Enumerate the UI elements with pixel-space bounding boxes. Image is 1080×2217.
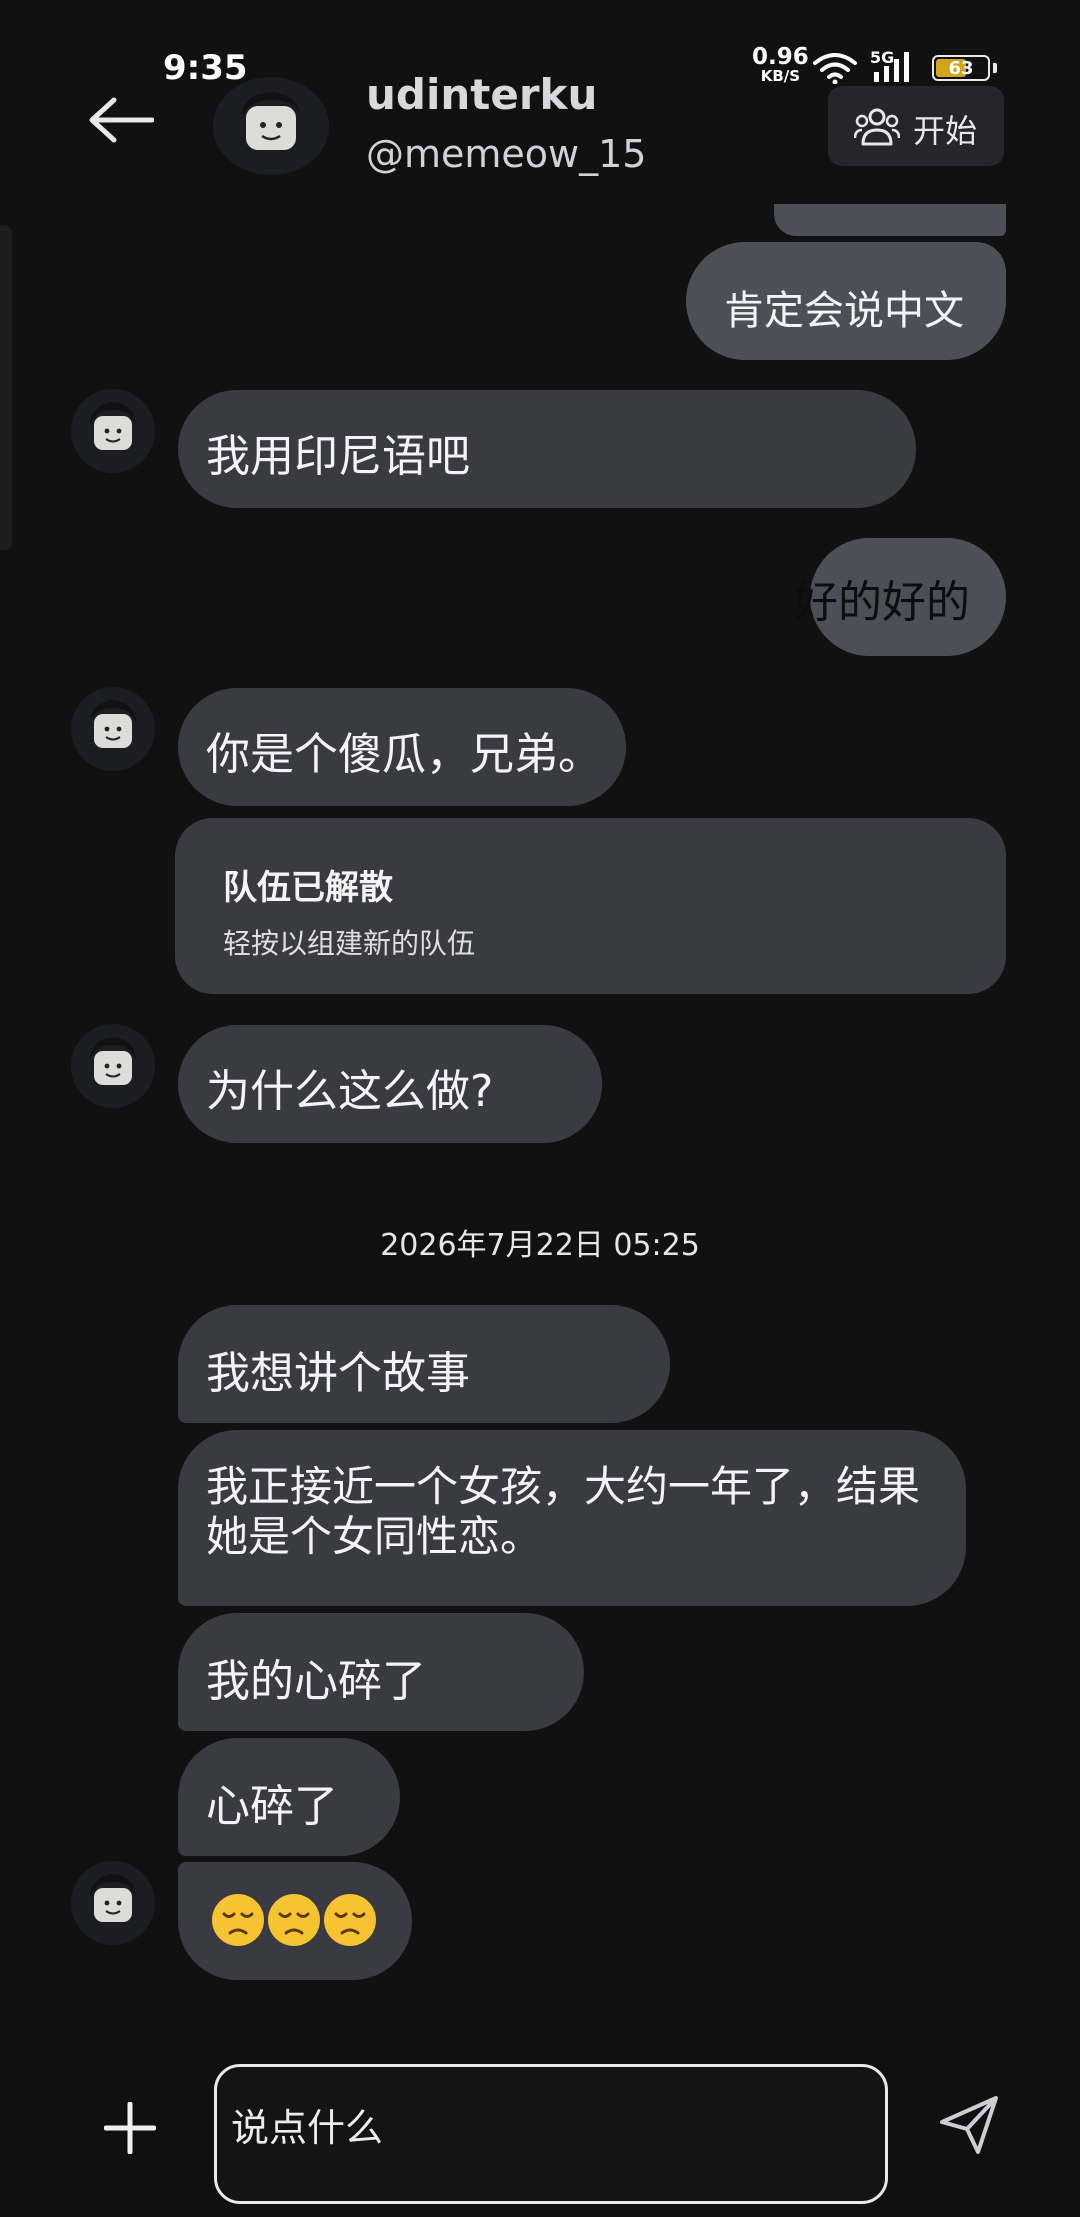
message-input[interactable] bbox=[229, 2105, 833, 2151]
team-card-title: 队伍已解散 bbox=[223, 868, 393, 908]
message-text: 肯定会说中文 bbox=[724, 288, 964, 334]
message-text: 为什么这么做? bbox=[206, 1066, 494, 1117]
signal-bars-icon bbox=[874, 52, 909, 82]
disappointed-face-icon bbox=[212, 1894, 264, 1946]
avatar[interactable] bbox=[70, 1023, 156, 1109]
disappointed-face-icon bbox=[324, 1894, 376, 1946]
message-bubble-incoming[interactable]: 我想讲个故事 bbox=[178, 1305, 670, 1423]
message-text: 我用印尼语吧 bbox=[206, 431, 470, 482]
group-icon bbox=[854, 108, 900, 146]
message-bubble-incoming[interactable]: 心碎了 bbox=[178, 1738, 400, 1856]
team-disbanded-card[interactable]: 队伍已解散 轻按以组建新的队伍 bbox=[175, 818, 1006, 994]
message-text: 我想讲个故事 bbox=[206, 1348, 470, 1399]
avatar[interactable] bbox=[70, 686, 156, 772]
avatar[interactable] bbox=[70, 1860, 156, 1946]
wifi-icon bbox=[813, 53, 857, 84]
message-bubble-incoming[interactable]: 你是个傻瓜，兄弟。 bbox=[178, 688, 626, 806]
plus-icon[interactable] bbox=[104, 2102, 156, 2154]
message-text: 好的好的 bbox=[794, 577, 970, 628]
message-text: 你是个傻瓜，兄弟。 bbox=[206, 729, 602, 780]
message-input-box[interactable] bbox=[214, 2064, 888, 2204]
avatar[interactable] bbox=[70, 388, 156, 474]
message-text: 我正接近一个女孩，大约一年了，结果她是个女同性恋。 bbox=[206, 1462, 921, 1561]
message-timestamp: 2026年7月22日 05:25 bbox=[380, 1228, 700, 1263]
message-bubble-incoming[interactable]: 为什么这么做? bbox=[178, 1025, 602, 1143]
team-card-subtitle: 轻按以组建新的队伍 bbox=[223, 927, 476, 960]
message-text: 我的心碎了 bbox=[206, 1656, 426, 1707]
message-text: 心碎了 bbox=[206, 1781, 338, 1832]
battery-icon: 63 bbox=[932, 55, 990, 81]
message-bubble-incoming[interactable] bbox=[178, 1862, 412, 1980]
start-group-button[interactable]: 开始 bbox=[828, 86, 1004, 166]
previous-message-bubble bbox=[774, 204, 1006, 236]
avatar[interactable] bbox=[212, 76, 330, 176]
message-bubble-outgoing[interactable]: 好的好的 bbox=[794, 538, 1006, 656]
battery-tip bbox=[993, 63, 997, 73]
message-bubble-incoming[interactable]: 我用印尼语吧 bbox=[178, 390, 916, 508]
network-speed: 0.96 KB/S bbox=[752, 46, 809, 86]
edge-handle bbox=[0, 225, 12, 550]
message-bubble-incoming[interactable]: 我正接近一个女孩，大约一年了，结果她是个女同性恋。 bbox=[178, 1430, 966, 1606]
message-bubble-outgoing[interactable]: 肯定会说中文 bbox=[686, 242, 1006, 360]
start-label: 开始 bbox=[913, 112, 978, 150]
message-bubble-incoming[interactable]: 我的心碎了 bbox=[178, 1613, 584, 1731]
emoji-row bbox=[210, 1892, 378, 1948]
battery-percent: 63 bbox=[948, 58, 974, 79]
send-icon[interactable] bbox=[936, 2092, 1002, 2158]
chat-user-handle: @memeow_15 bbox=[366, 132, 647, 176]
back-arrow-icon[interactable] bbox=[88, 95, 154, 145]
chat-user-name: udinterku bbox=[366, 70, 598, 119]
disappointed-face-icon bbox=[268, 1894, 320, 1946]
